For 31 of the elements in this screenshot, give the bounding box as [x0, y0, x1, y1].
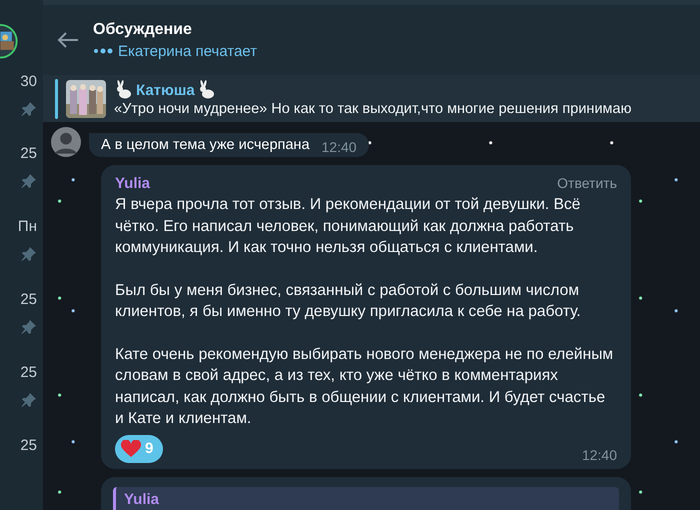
pin-icon: [21, 173, 37, 190]
chat-time: 25: [20, 437, 37, 456]
pin-icon: [21, 100, 37, 117]
pinned-author: Катюша: [136, 82, 195, 98]
pinned-message-bar[interactable]: Катюша «Утро ночи мудренее» Но как то так выходит,что многие решения принимаю: [43, 75, 700, 122]
quoted-message[interactable]: Yulia: [113, 486, 619, 510]
message-paragraph: Был бы у меня бизнес, связанный с работой с большим числом клиентов, я бы именно ту девушку пригласила к себе на работу.: [115, 280, 582, 322]
typing-text: Екатерина печатает: [118, 42, 258, 60]
message-paragraph: Я вчера прочла тот отзыв. И рекомендации от той девушки. Всё чётко. Его написал человек, понимающий как должна работать коммуникация. И как точно нельзя общаться с клиентами.: [115, 195, 582, 258]
message-time: 12:40: [322, 139, 357, 155]
chat-time: Пн: [18, 218, 37, 236]
back-icon[interactable]: [57, 31, 79, 49]
pin-icon: [21, 319, 37, 336]
heart-icon: [121, 440, 141, 458]
pin-icon: [21, 246, 37, 262]
reply-link[interactable]: Ответить: [557, 175, 617, 192]
message-text: А в целом тема уже исчерпана: [101, 136, 310, 155]
chat-time: 30: [20, 72, 37, 91]
pinned-text: «Утро ночи мудренее» Но как то так выходит,что многие решения принимаю: [114, 101, 632, 117]
avatar: [51, 127, 81, 157]
chat-time: 25: [20, 145, 37, 164]
chat-title: Обсуждение: [93, 20, 193, 38]
chat-time: 25: [20, 291, 37, 310]
typing-dots-icon: [93, 48, 113, 54]
pin-icon: [21, 392, 37, 408]
message-time: 12:40: [582, 446, 617, 462]
author-name[interactable]: Yulia: [115, 175, 150, 192]
chat-time: 25: [20, 364, 37, 382]
rabbit-icon: [114, 80, 134, 100]
quote-author: Yulia: [124, 490, 160, 508]
message-paragraph: Кате очень рекомендую выбирать нового менеджера не по елейным словам в свой адрес, а из тех, кто уже чётко в комментариях написал, как должно быть в общении с клиентами. И будет счастье и Кате и клиентам.: [115, 344, 614, 429]
